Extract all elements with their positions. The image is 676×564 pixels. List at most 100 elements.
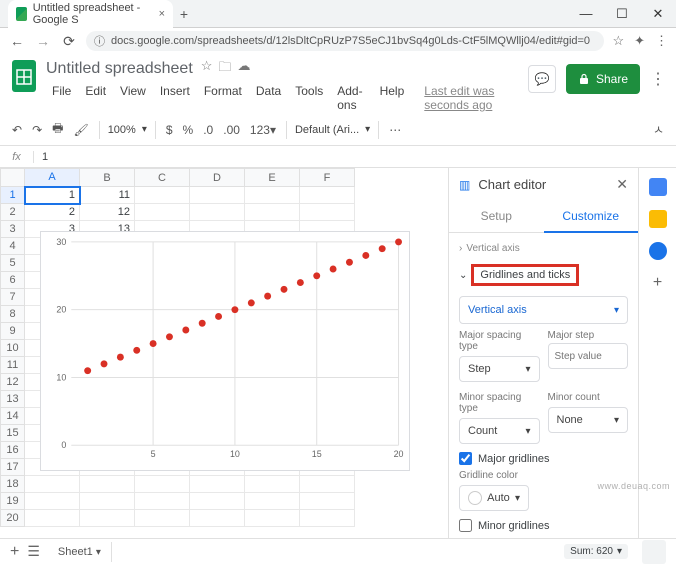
- close-tab-icon[interactable]: ×: [159, 8, 165, 20]
- reload-button[interactable]: ⟳: [60, 33, 78, 50]
- col-header-a[interactable]: A: [25, 169, 80, 187]
- cloud-status-icon[interactable]: ☁: [237, 58, 250, 80]
- extensions-icon[interactable]: ✦: [634, 33, 645, 49]
- major-spacing-dropdown[interactable]: Step▾: [459, 356, 540, 382]
- formula-bar[interactable]: 1: [34, 151, 48, 163]
- document-title[interactable]: Untitled spreadsheet: [46, 60, 193, 78]
- add-addon-icon[interactable]: +: [649, 274, 667, 292]
- account-menu-icon[interactable]: ⋮: [650, 69, 666, 89]
- undo-button[interactable]: ↶: [10, 123, 24, 137]
- menu-insert[interactable]: Insert: [154, 82, 196, 114]
- cell-b1[interactable]: 11: [80, 187, 135, 204]
- row-header[interactable]: 9: [1, 323, 25, 340]
- menu-addons[interactable]: Add-ons: [331, 82, 371, 114]
- cell-a1[interactable]: 1: [25, 187, 80, 204]
- decrease-decimal-button[interactable]: .0: [201, 123, 215, 137]
- calendar-icon[interactable]: [649, 178, 667, 196]
- col-header-f[interactable]: F: [300, 169, 355, 187]
- row-header[interactable]: 3: [1, 221, 25, 238]
- tab-customize[interactable]: Customize: [544, 201, 639, 233]
- col-header-e[interactable]: E: [245, 169, 300, 187]
- row-header[interactable]: 12: [1, 374, 25, 391]
- back-button[interactable]: ←: [8, 33, 26, 49]
- bookmark-icon[interactable]: ☆: [612, 33, 624, 49]
- row-header[interactable]: 4: [1, 238, 25, 255]
- row-header[interactable]: 20: [1, 510, 25, 527]
- star-icon[interactable]: ☆: [201, 58, 213, 80]
- row-header[interactable]: 11: [1, 357, 25, 374]
- embedded-chart[interactable]: 01020305101520: [40, 231, 410, 471]
- print-button[interactable]: 🖶: [50, 119, 65, 140]
- major-step-label: Major step: [548, 330, 629, 341]
- row-header[interactable]: 18: [1, 476, 25, 493]
- increase-decimal-button[interactable]: .00: [221, 123, 242, 137]
- minor-count-dropdown[interactable]: None▾: [548, 407, 629, 433]
- last-edit-link[interactable]: Last edit was seconds ago: [418, 82, 520, 114]
- browser-menu-icon[interactable]: ⋮: [655, 33, 668, 49]
- keep-icon[interactable]: [649, 210, 667, 228]
- row-header[interactable]: 10: [1, 340, 25, 357]
- col-header-c[interactable]: C: [135, 169, 190, 187]
- col-header-b[interactable]: B: [80, 169, 135, 187]
- paint-format-button[interactable]: 🖌: [71, 123, 90, 137]
- new-tab-button[interactable]: +: [173, 0, 195, 27]
- tab-setup[interactable]: Setup: [449, 201, 544, 233]
- row-header[interactable]: 15: [1, 425, 25, 442]
- more-formats-button[interactable]: 123▾: [248, 123, 278, 137]
- tasks-icon[interactable]: [649, 242, 667, 260]
- section-vertical-axis[interactable]: › Vertical axis: [459, 239, 628, 258]
- all-sheets-button[interactable]: ☰: [27, 543, 40, 560]
- menu-view[interactable]: View: [114, 82, 152, 114]
- zoom-selector[interactable]: 100%: [108, 124, 136, 136]
- sum-indicator[interactable]: Sum: 620 ▾: [564, 544, 628, 559]
- move-icon[interactable]: 🗀: [218, 58, 231, 80]
- explore-button[interactable]: [642, 540, 666, 564]
- row-header[interactable]: 16: [1, 442, 25, 459]
- row-header[interactable]: 13: [1, 391, 25, 408]
- row-header[interactable]: 5: [1, 255, 25, 272]
- toolbar-overflow-button[interactable]: ⋯: [387, 123, 403, 137]
- axis-selector-dropdown[interactable]: Vertical axis▾: [459, 296, 628, 324]
- sheets-logo[interactable]: [10, 58, 38, 94]
- window-maximize-icon[interactable]: ☐: [604, 0, 640, 27]
- toolbar-collapse-button[interactable]: ㅅ: [651, 121, 666, 138]
- format-percent-button[interactable]: %: [181, 123, 196, 137]
- cell-b2[interactable]: 12: [80, 204, 135, 221]
- site-info-icon[interactable]: ⓘ: [94, 33, 105, 49]
- select-all-corner[interactable]: [1, 169, 25, 187]
- menu-tools[interactable]: Tools: [289, 82, 329, 114]
- font-selector[interactable]: Default (Ari...: [295, 124, 359, 136]
- address-bar[interactable]: ⓘ docs.google.com/spreadsheets/d/12lsDlt…: [86, 31, 604, 51]
- menu-format[interactable]: Format: [198, 82, 248, 114]
- window-close-icon[interactable]: ✕: [640, 0, 676, 27]
- add-sheet-button[interactable]: +: [10, 543, 19, 561]
- window-minimize-icon[interactable]: —: [568, 0, 604, 27]
- row-header[interactable]: 14: [1, 408, 25, 425]
- gridline-color-dropdown[interactable]: Auto▾: [459, 485, 529, 511]
- col-header-d[interactable]: D: [190, 169, 245, 187]
- comments-button[interactable]: 💬: [528, 65, 556, 93]
- cell-a2[interactable]: 2: [25, 204, 80, 221]
- row-header[interactable]: 19: [1, 493, 25, 510]
- minor-spacing-dropdown[interactable]: Count▾: [459, 418, 540, 444]
- menu-file[interactable]: File: [46, 82, 77, 114]
- menu-edit[interactable]: Edit: [79, 82, 112, 114]
- section-gridlines-ticks[interactable]: ⌄ Gridlines and ticks: [459, 258, 628, 292]
- row-header[interactable]: 8: [1, 306, 25, 323]
- menu-data[interactable]: Data: [250, 82, 287, 114]
- format-currency-button[interactable]: $: [164, 123, 175, 137]
- row-header[interactable]: 2: [1, 204, 25, 221]
- row-header[interactable]: 17: [1, 459, 25, 476]
- row-header[interactable]: 1: [1, 187, 25, 204]
- minor-gridlines-checkbox[interactable]: [459, 519, 472, 532]
- browser-tab[interactable]: Untitled spreadsheet - Google S ×: [8, 0, 173, 28]
- major-step-input[interactable]: [548, 343, 629, 369]
- row-header[interactable]: 7: [1, 289, 25, 306]
- redo-button[interactable]: ↷: [30, 123, 44, 137]
- row-header[interactable]: 6: [1, 272, 25, 289]
- close-panel-button[interactable]: ✕: [616, 176, 628, 193]
- menu-help[interactable]: Help: [374, 82, 411, 114]
- major-gridlines-checkbox[interactable]: [459, 452, 472, 465]
- sheet-tab[interactable]: Sheet1 ▾: [48, 542, 112, 562]
- share-button[interactable]: Share: [566, 64, 640, 94]
